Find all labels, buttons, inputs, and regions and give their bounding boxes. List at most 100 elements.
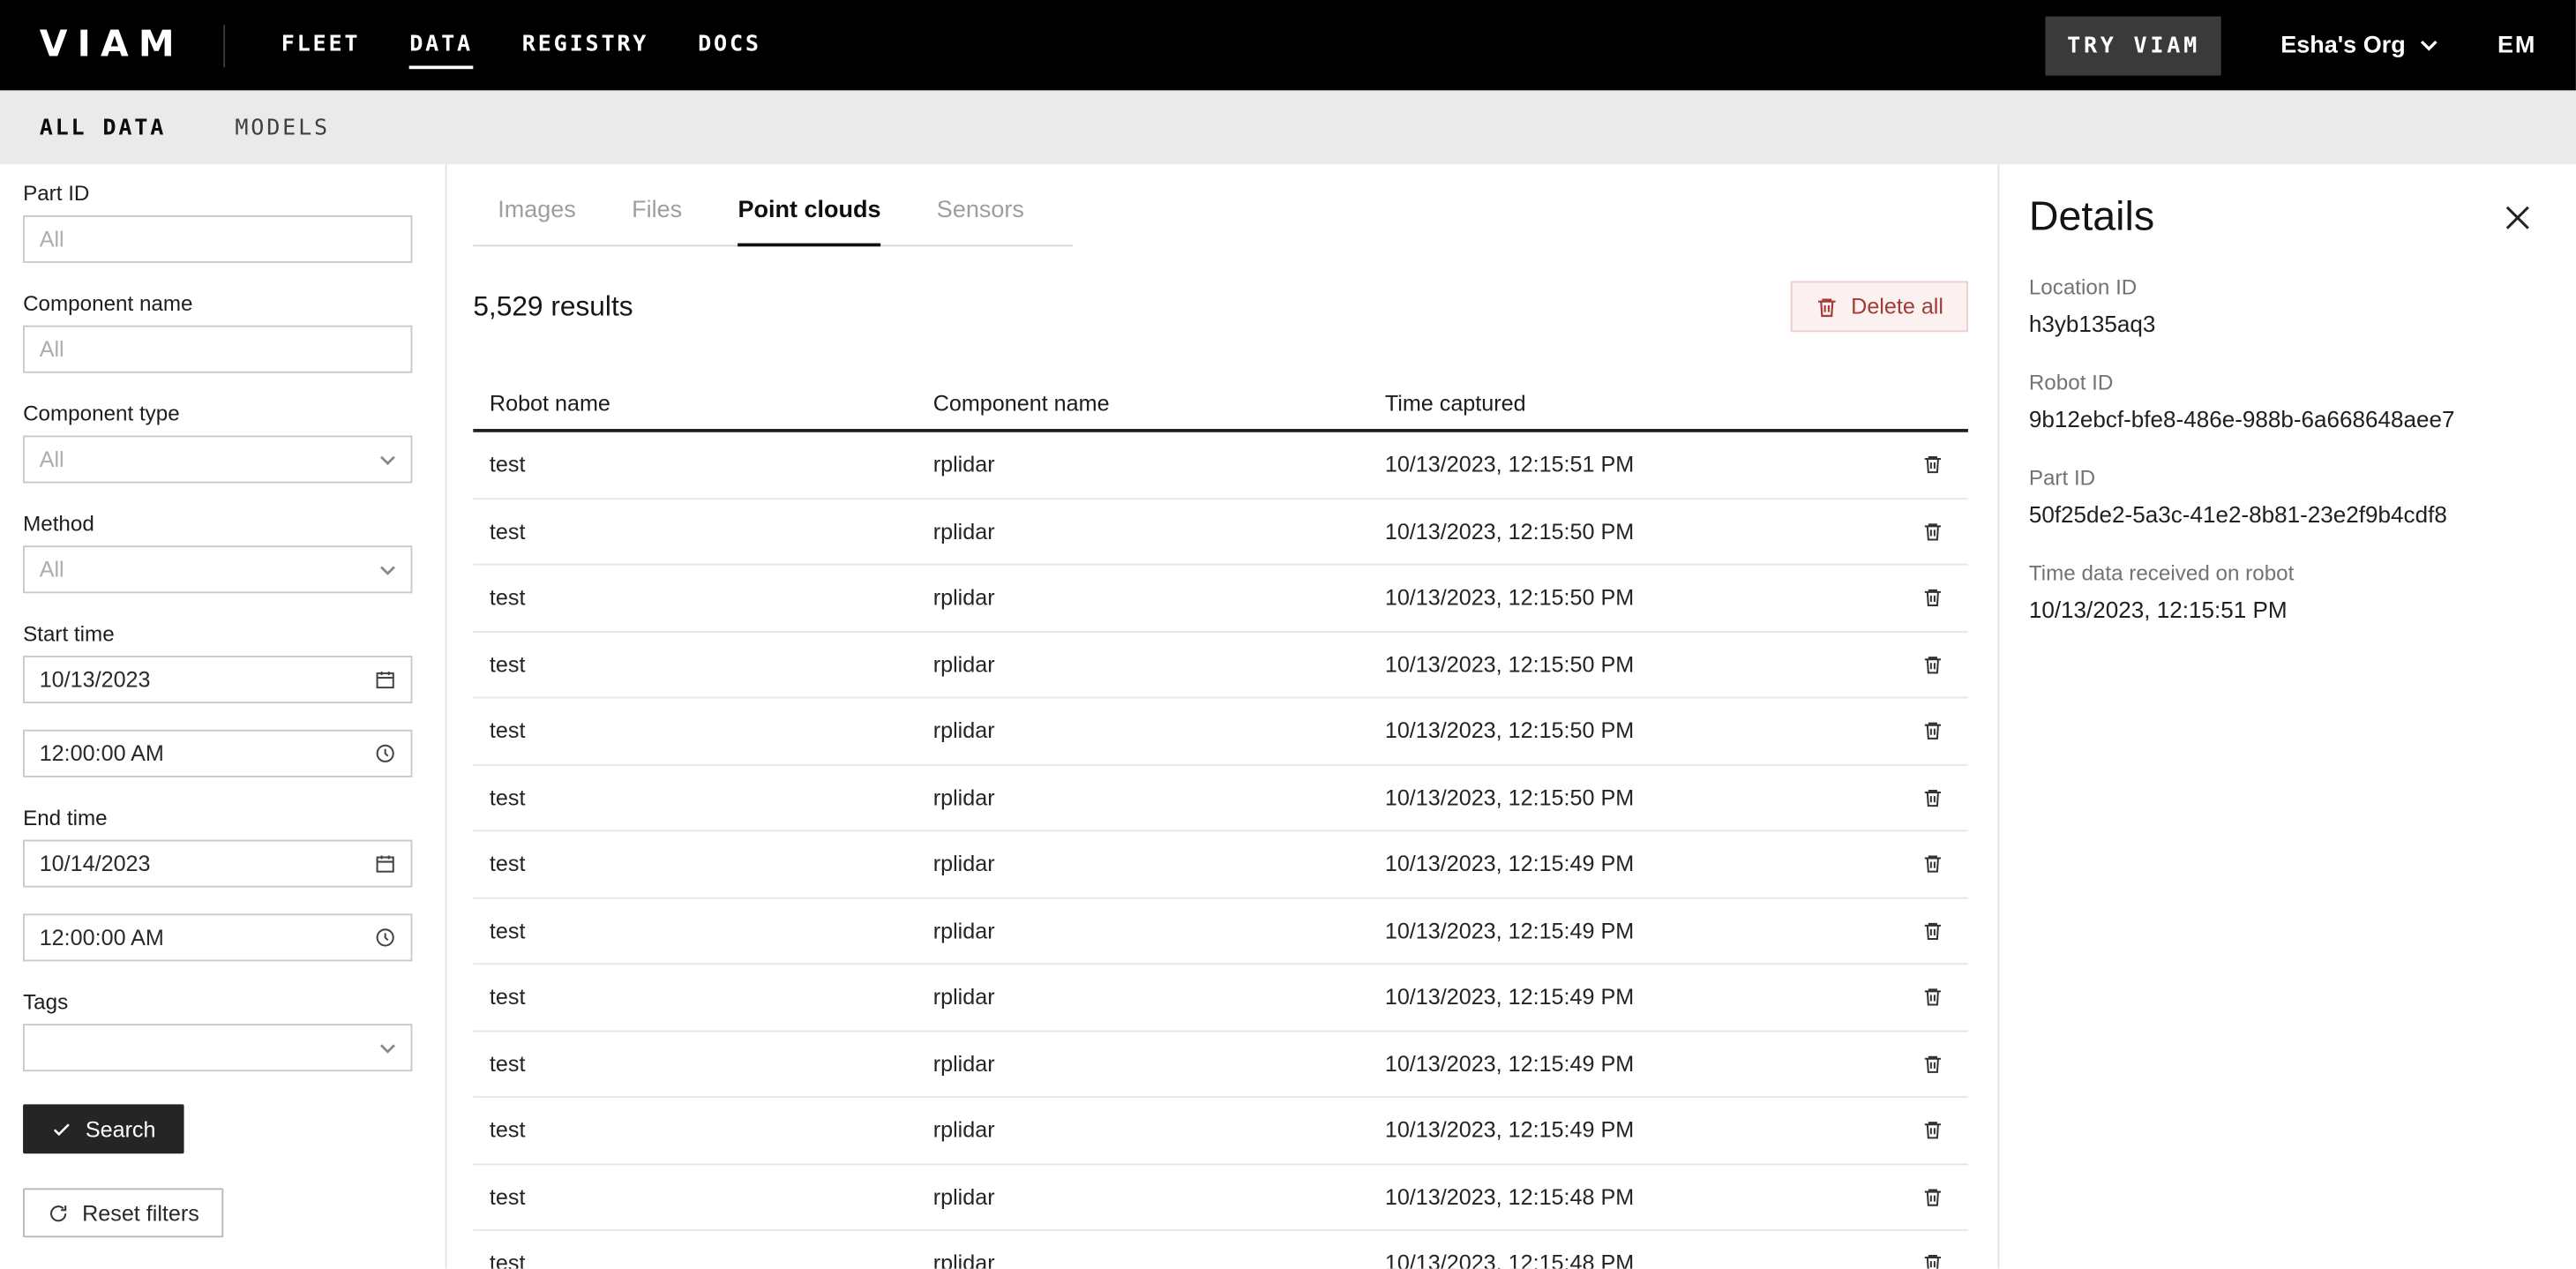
table-row[interactable]: test rplidar 10/13/2023, 12:15:48 PM: [473, 1231, 1968, 1269]
delete-row-button[interactable]: [1896, 1231, 1968, 1269]
robot-name-cell: test: [473, 652, 917, 677]
details-panel: Details Location ID h3yb135aq3 Robot ID: [1997, 164, 2575, 1268]
component-name-cell: rplidar: [917, 1051, 1368, 1076]
delete-row-button[interactable]: [1896, 1098, 1968, 1163]
delete-row-button[interactable]: [1896, 698, 1968, 763]
delete-row-button[interactable]: [1896, 898, 1968, 964]
calendar-icon[interactable]: [375, 669, 396, 690]
trash-icon: [1815, 295, 1838, 318]
robot-name-cell: test: [473, 785, 917, 810]
chevron-down-icon: [2420, 40, 2437, 51]
time-captured-cell: 10/13/2023, 12:15:50 PM: [1368, 585, 1896, 610]
table-row[interactable]: test rplidar 10/13/2023, 12:15:49 PM: [473, 1098, 1968, 1164]
reset-filters-button[interactable]: Reset filters: [23, 1188, 224, 1237]
table-row[interactable]: test rplidar 10/13/2023, 12:15:51 PM: [473, 432, 1968, 499]
nav-item[interactable]: REGISTRY: [522, 21, 648, 69]
table-row[interactable]: test rplidar 10/13/2023, 12:15:50 PM: [473, 499, 1968, 565]
results-count: 5,529 results: [473, 290, 633, 323]
component-name-cell: rplidar: [917, 519, 1368, 544]
reset-filters-label: Reset filters: [82, 1200, 199, 1225]
table-row[interactable]: test rplidar 10/13/2023, 12:15:49 PM: [473, 1032, 1968, 1098]
content-area: Part ID Component name Component type Al…: [0, 164, 2576, 1268]
data-type-tab[interactable]: Sensors: [937, 197, 1024, 246]
delete-row-button[interactable]: [1896, 831, 1968, 897]
table-row[interactable]: test rplidar 10/13/2023, 12:15:50 PM: [473, 566, 1968, 632]
table-row[interactable]: test rplidar 10/13/2023, 12:15:50 PM: [473, 698, 1968, 764]
details-title: Details: [2029, 194, 2154, 242]
end-date-input[interactable]: 10/14/2023: [23, 840, 412, 888]
org-dropdown[interactable]: Esha's Org: [2280, 32, 2438, 58]
robot-name-cell: test: [473, 453, 917, 477]
nav-item[interactable]: DATA: [409, 21, 473, 69]
close-details-button[interactable]: [2498, 199, 2536, 237]
chevron-down-icon: [379, 565, 396, 574]
details-field: Robot ID 9b12ebcf-bfe8-486e-988b-6a66864…: [2029, 370, 2536, 432]
nav-item[interactable]: DOCS: [698, 21, 761, 69]
delete-row-button[interactable]: [1896, 1164, 1968, 1229]
time-captured-cell: 10/13/2023, 12:15:49 PM: [1368, 919, 1896, 943]
time-captured-cell: 10/13/2023, 12:15:50 PM: [1368, 519, 1896, 544]
delete-row-button[interactable]: [1896, 1032, 1968, 1097]
component-name-cell: rplidar: [917, 985, 1368, 1010]
component-name-cell: rplidar: [917, 1251, 1368, 1269]
start-time-label: Start time: [23, 621, 412, 646]
org-name: Esha's Org: [2280, 32, 2405, 58]
table-row[interactable]: test rplidar 10/13/2023, 12:15:49 PM: [473, 831, 1968, 897]
details-field-label: Location ID: [2029, 274, 2536, 299]
end-time-input[interactable]: 12:00:00 AM: [23, 913, 412, 961]
robot-name-cell: test: [473, 852, 917, 876]
pointcloud-table: Robot name Component name Time captured …: [473, 391, 1968, 1268]
user-avatar[interactable]: EM: [2497, 32, 2536, 58]
start-time-input[interactable]: 12:00:00 AM: [23, 730, 412, 777]
delete-row-button[interactable]: [1896, 566, 1968, 631]
try-viam-button[interactable]: TRY VIAM: [2046, 16, 2221, 75]
subnav-tab[interactable]: ALL DATA: [40, 114, 166, 140]
start-date-input[interactable]: 10/13/2023: [23, 656, 412, 703]
robot-name-cell: test: [473, 718, 917, 743]
topnav-right: TRY VIAM Esha's Org EM: [2046, 16, 2536, 75]
calendar-icon[interactable]: [375, 852, 396, 874]
component-name-cell: rplidar: [917, 1118, 1368, 1143]
subnav-tab[interactable]: MODELS: [235, 114, 330, 140]
data-type-tab[interactable]: Images: [498, 197, 576, 246]
table-row[interactable]: test rplidar 10/13/2023, 12:15:50 PM: [473, 765, 1968, 831]
data-type-tab[interactable]: Point clouds: [738, 197, 880, 246]
table-row[interactable]: test rplidar 10/13/2023, 12:15:49 PM: [473, 898, 1968, 965]
time-captured-cell: 10/13/2023, 12:15:49 PM: [1368, 1051, 1896, 1076]
time-captured-cell: 10/13/2023, 12:15:50 PM: [1368, 718, 1896, 743]
time-captured-cell: 10/13/2023, 12:15:48 PM: [1368, 1251, 1896, 1269]
filter-sidebar: Part ID Component name Component type Al…: [0, 164, 447, 1268]
end-time-label: End time: [23, 805, 412, 830]
component-type-select[interactable]: All: [23, 435, 412, 483]
table-row[interactable]: test rplidar 10/13/2023, 12:15:50 PM: [473, 632, 1968, 698]
trash-icon: [1921, 1186, 1943, 1207]
table-row[interactable]: test rplidar 10/13/2023, 12:15:48 PM: [473, 1164, 1968, 1230]
delete-row-button[interactable]: [1896, 965, 1968, 1030]
end-time-value: 12:00:00 AM: [40, 925, 164, 950]
clock-icon[interactable]: [375, 927, 396, 948]
robot-name-cell: test: [473, 1118, 917, 1143]
delete-row-button[interactable]: [1896, 632, 1968, 697]
viam-logo[interactable]: VIAM: [40, 25, 184, 66]
clock-icon[interactable]: [375, 743, 396, 764]
delete-row-button[interactable]: [1896, 432, 1968, 498]
delete-row-button[interactable]: [1896, 765, 1968, 830]
search-button[interactable]: Search: [23, 1104, 183, 1153]
details-header: Details: [2029, 194, 2536, 242]
data-type-tab[interactable]: Files: [632, 197, 682, 246]
table-row[interactable]: test rplidar 10/13/2023, 12:15:49 PM: [473, 965, 1968, 1031]
method-label: Method: [23, 511, 412, 536]
trash-icon: [1921, 720, 1943, 741]
part-id-input[interactable]: [23, 215, 412, 263]
method-select[interactable]: All: [23, 545, 412, 593]
component-name-label: Component name: [23, 291, 412, 316]
delete-row-button[interactable]: [1896, 499, 1968, 564]
delete-all-button[interactable]: Delete all: [1790, 281, 1968, 332]
time-captured-cell: 10/13/2023, 12:15:49 PM: [1368, 852, 1896, 876]
tags-select[interactable]: [23, 1024, 412, 1071]
component-name-cell: rplidar: [917, 852, 1368, 876]
part-id-label: Part ID: [23, 181, 412, 206]
column-robot-name: Robot name: [473, 391, 917, 416]
nav-item[interactable]: FLEET: [281, 21, 361, 69]
component-name-input[interactable]: [23, 326, 412, 373]
